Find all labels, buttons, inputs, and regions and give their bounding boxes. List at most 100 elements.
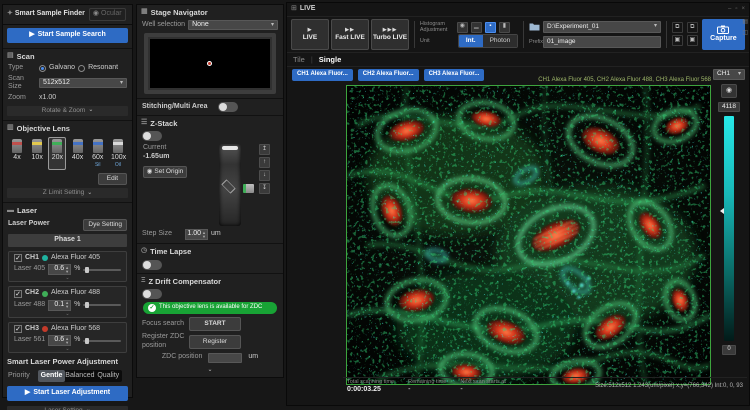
stage-icon: ▦ <box>141 8 148 17</box>
display-channel-select[interactable]: CH1 ▾ <box>713 69 745 80</box>
channel-expander[interactable]: ⌄ <box>9 312 126 316</box>
tab-single[interactable]: Single <box>319 55 342 64</box>
spinner-arrows-icon[interactable]: ▲▼ <box>65 337 69 345</box>
step-size-spinner[interactable]: 1.00 ▲▼ <box>185 229 208 240</box>
tab-ocular[interactable]: ◉ Ocular <box>89 8 126 21</box>
galvano-radio[interactable] <box>39 65 46 72</box>
chevron-down-icon: ⌄ <box>87 190 92 198</box>
start-sample-search-button[interactable]: ▶ Start Sample Search <box>7 28 128 43</box>
objective-10x[interactable]: 10x <box>28 137 46 170</box>
objective-icon <box>113 139 123 153</box>
status-bar: Total scanning time 0:00:03.25 Remaining… <box>343 377 747 395</box>
camera-icon <box>717 25 729 34</box>
start-laser-adjustment-button[interactable]: ▶ Start Laser Adjustment <box>7 386 128 401</box>
zdc-position-field[interactable] <box>208 353 242 363</box>
stitching-toggle[interactable] <box>218 102 238 112</box>
spinner-arrows-icon[interactable]: ▲▼ <box>65 266 69 274</box>
z-limit-expander[interactable]: Z Limit Setting ⌄ <box>7 188 128 198</box>
laser-power-spinner[interactable]: 0.1 ▲▼ <box>48 300 71 311</box>
register-button[interactable]: Register <box>189 335 241 349</box>
stage-map-area[interactable] <box>150 39 270 88</box>
lut-gradient-slider[interactable] <box>724 116 734 341</box>
focus-search-start-button[interactable]: START <box>189 317 241 331</box>
z-position-slider[interactable] <box>219 144 241 226</box>
z-down-button[interactable]: ↓ <box>259 170 270 181</box>
minimize-icon[interactable]: – <box>728 6 731 14</box>
capture-mode-2-icon[interactable]: ⧉ <box>687 22 698 33</box>
spinner-arrows-icon[interactable]: ▲▼ <box>65 301 69 309</box>
popout-icon[interactable]: ▫ <box>735 6 737 14</box>
ch1-pill[interactable]: CH1 Alexa Fluor... <box>292 69 353 81</box>
tab-smart-sample-finder[interactable]: ✦ Smart Sample Finder <box>7 10 85 19</box>
timelapse-toggle[interactable] <box>142 260 162 270</box>
scan-size-select[interactable]: 512x512 ▾ <box>39 78 127 88</box>
auto-lut-button[interactable]: ◉ <box>721 84 737 98</box>
laser-channel-ch1: ✓ CH1 Alexa Fluor 405 Laser 405 0.6 ▲▼ %… <box>8 251 127 283</box>
stage-map[interactable] <box>144 33 276 94</box>
objective-100x[interactable]: 100x Oil <box>109 137 127 170</box>
zdc-expander[interactable]: ⌄ <box>141 366 279 376</box>
zdc-toggle[interactable] <box>142 289 162 299</box>
slpa-title: Smart Laser Power Adjustment <box>3 355 132 368</box>
histogram-mode-mid-button[interactable]: ▪ <box>485 22 496 33</box>
z-top-button[interactable]: ↥ <box>259 144 270 155</box>
prefix-input[interactable]: 01_image <box>543 36 661 48</box>
histogram-mode-min-button[interactable]: ▁ <box>471 22 482 33</box>
histogram-panel-icon[interactable]: ▤ <box>742 19 748 27</box>
capture-button[interactable]: Capture <box>702 19 745 50</box>
lut-handle[interactable] <box>720 208 724 214</box>
live-image-viewport[interactable] <box>346 85 711 385</box>
tab-tile[interactable]: Tile <box>293 55 305 64</box>
objective-edit-button[interactable]: Edit <box>98 173 127 185</box>
side-panel-icon[interactable]: ◫ <box>742 30 748 38</box>
ch3-checkbox[interactable]: ✓ <box>14 325 22 333</box>
well-selection-select[interactable]: None ▾ <box>188 20 278 30</box>
channel-expander[interactable]: ⌄ <box>9 347 126 351</box>
laser-setting-expander[interactable]: Laser Setting ⌄ <box>7 406 128 410</box>
dye-setting-button[interactable]: Dye Setting <box>83 219 127 231</box>
priority-balanced[interactable]: Balanced <box>65 370 94 383</box>
spinner-arrows-icon[interactable]: ▲▼ <box>202 231 206 239</box>
fast-live-button[interactable]: ▶▶ Fast LIVE <box>331 19 369 50</box>
auto-histogram-button[interactable]: ◉ <box>457 22 468 33</box>
resonant-radio[interactable] <box>78 65 85 72</box>
chevron-down-icon: ▾ <box>738 71 741 79</box>
laser-power-slider[interactable] <box>83 304 121 306</box>
phase-tab[interactable]: Phase 1 <box>8 234 127 247</box>
rotate-zoom-expander[interactable]: Rotate & Zoom ⌄ <box>7 106 128 116</box>
ch2-checkbox[interactable]: ✓ <box>14 290 22 298</box>
live-button[interactable]: ▶ LIVE <box>291 19 329 50</box>
unit-photon-button[interactable]: Photon <box>483 35 518 47</box>
z-up-button[interactable]: ↑ <box>259 157 270 168</box>
zstack-toggle[interactable] <box>142 131 162 141</box>
objective-40x[interactable]: 40x <box>69 137 87 170</box>
dye-name: Alexa Fluor 488 <box>51 289 100 298</box>
objective-20x[interactable]: 20x <box>48 137 66 170</box>
laser-power-slider[interactable] <box>83 340 121 342</box>
turbo-live-button[interactable]: ▶▶▶ Turbo LIVE <box>371 19 409 50</box>
laser-power-spinner[interactable]: 0.6 ▲▼ <box>48 335 71 346</box>
priority-gentle[interactable]: Gentle <box>38 370 66 383</box>
play-icon: ▶ <box>25 389 30 398</box>
capture-mode-1-icon[interactable]: ⧉ <box>672 22 683 33</box>
z-bottom-button[interactable]: ↧ <box>259 183 270 194</box>
objective-4x[interactable]: 4x <box>8 137 26 170</box>
laser-power-slider[interactable] <box>83 269 121 271</box>
chevron-down-icon: ⌄ <box>207 367 212 375</box>
objective-60x[interactable]: 60x Sil <box>89 137 107 170</box>
unit-int-button[interactable]: Int. <box>459 35 483 47</box>
capture-mode-3-icon[interactable]: ▣ <box>672 35 683 46</box>
ch1-checkbox[interactable]: ✓ <box>14 254 22 262</box>
z-origin-tag <box>243 184 254 193</box>
channel-expander[interactable]: ⌄ <box>9 276 126 280</box>
capture-mode-4-icon[interactable]: ▣ <box>687 35 698 46</box>
priority-quality[interactable]: Quality <box>95 370 123 383</box>
histogram-mode-full-button[interactable]: ▮ <box>499 22 510 33</box>
set-origin-button[interactable]: ◉ Set Origin <box>143 166 187 178</box>
close-icon[interactable]: × <box>741 6 745 14</box>
chevron-down-icon: ▾ <box>654 23 657 31</box>
laser-power-spinner[interactable]: 0.6 ▲▼ <box>48 264 71 275</box>
folder-icon[interactable] <box>529 22 540 31</box>
z-slider-handle[interactable] <box>222 146 238 150</box>
save-path-select[interactable]: D:\Experiment_01 ▾ <box>543 21 661 33</box>
